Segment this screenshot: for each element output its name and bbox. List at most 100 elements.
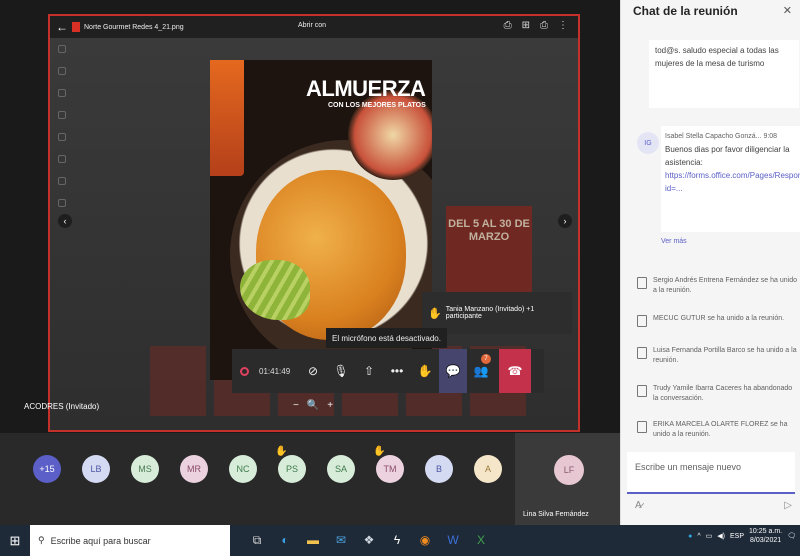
- edge-icon[interactable]: ◐: [278, 533, 292, 548]
- avatar-initials: MR: [187, 464, 201, 474]
- participant-avatar[interactable]: MR: [180, 455, 208, 483]
- more-options-icon[interactable]: ⋮: [558, 20, 568, 31]
- send-icon[interactable]: ▷: [784, 500, 792, 511]
- pinned-apps: ⧉ ◐ ▬ ✉ ❖ ϟ ◉ W X: [250, 533, 488, 548]
- drink-shape: [210, 60, 244, 176]
- sender-avatar: IG: [637, 132, 659, 154]
- tray-expand-icon[interactable]: ^: [697, 533, 700, 540]
- share-screen-button[interactable]: ⇧: [355, 349, 383, 393]
- task-view-icon[interactable]: ⧉: [250, 533, 264, 548]
- more-actions-button[interactable]: •••: [383, 349, 411, 393]
- raised-hand-icon: ✋: [428, 307, 442, 320]
- participant-avatar[interactable]: A: [474, 455, 502, 483]
- clock-date: 8/03/2021: [749, 537, 782, 544]
- poster-subtitle: CON LOS MEJORES PLATOS: [328, 102, 426, 109]
- zoom-search-icon[interactable]: 🔍: [307, 400, 319, 411]
- participant-avatar[interactable]: +15: [33, 455, 61, 483]
- self-name: Lina Silva Fernández: [523, 511, 589, 518]
- poster-title: ALMUERZA: [306, 76, 426, 101]
- bg-row: [50, 82, 146, 104]
- message-text: tod@s. saludo especial a todas las mujer…: [655, 46, 779, 68]
- notifications-icon[interactable]: 🗨: [787, 532, 796, 540]
- join-icon: [637, 347, 647, 359]
- avatar-initials: NC: [236, 464, 250, 474]
- raised-hand-icon: ✋: [373, 446, 386, 457]
- back-arrow-icon[interactable]: ←: [56, 20, 72, 34]
- network-icon[interactable]: ▭: [706, 532, 713, 540]
- system-message: Sergio Andrés Entrena Fernández se ha un…: [637, 276, 797, 296]
- avatar-initials: SA: [334, 464, 347, 474]
- file-name: Norte Gourmet Redes 4_21.png: [84, 23, 184, 31]
- print-icon[interactable]: ⎙: [504, 20, 512, 31]
- avatar-initials: B: [435, 464, 442, 474]
- system-message-text: Luisa Fernanda Portilla Barco se ha unid…: [653, 347, 797, 364]
- hang-up-button[interactable]: ☎: [499, 349, 531, 393]
- compose-placeholder: Escribe un mensaje nuevo: [635, 462, 742, 472]
- participant-avatar[interactable]: PS ✋: [275, 446, 306, 483]
- bg-row: [50, 170, 146, 192]
- mail-icon[interactable]: ✉: [334, 533, 348, 548]
- bg-tile: [150, 346, 206, 416]
- raised-hand-icon: ✋: [275, 446, 288, 457]
- volume-icon[interactable]: ◀): [717, 532, 725, 540]
- forms-link[interactable]: https://forms.office.com/Pages/ResponseP…: [665, 171, 800, 193]
- search-icon: ⚲: [38, 535, 45, 545]
- call-controls: 01:41:49 ⊘ 🎙 ⇧ ••• ✋ 💬 👥 7 ☎: [232, 349, 544, 393]
- chrome-icon[interactable]: ◉: [418, 533, 432, 548]
- chat-message: Isabel Stella Capacho Gonzá... 9:08 Buen…: [661, 126, 800, 232]
- download-icon[interactable]: ⎙: [540, 20, 548, 31]
- camera-off-button[interactable]: ⊘: [299, 349, 327, 393]
- windows-start-icon[interactable]: ⊞: [0, 533, 30, 549]
- system-message-text: ERIKA MARCELA OLARTE FLOREZ se ha unido …: [653, 421, 788, 438]
- compose-box[interactable]: Escribe un mensaje nuevo: [627, 452, 795, 494]
- system-message: Luisa Fernanda Portilla Barco se ha unid…: [637, 346, 797, 366]
- bg-row: [50, 38, 146, 60]
- avatar-initials: LB: [90, 464, 102, 474]
- background-sidebar: [50, 38, 146, 338]
- see-more-link[interactable]: Ver más: [661, 238, 687, 245]
- avatar-initials: PS: [285, 464, 298, 474]
- close-icon[interactable]: ✕: [783, 4, 792, 17]
- taskbar-search[interactable]: ⚲ Escribe aquí para buscar: [30, 525, 230, 556]
- raise-hand-button[interactable]: ✋: [411, 349, 439, 393]
- join-icon: [637, 277, 647, 289]
- teams-tray-icon[interactable]: ●: [688, 533, 692, 540]
- language-indicator[interactable]: ESP: [730, 533, 744, 540]
- participants-badge: 7: [481, 354, 491, 364]
- zoom-in-icon[interactable]: +: [327, 400, 333, 411]
- participant-avatar[interactable]: SA: [327, 455, 355, 483]
- avatar-initials: TM: [383, 464, 397, 474]
- bg-row: [50, 148, 146, 170]
- participants-button[interactable]: 👥 7: [467, 349, 495, 393]
- participant-avatar[interactable]: TM ✋: [373, 446, 404, 483]
- participant-avatar[interactable]: MS: [131, 455, 159, 483]
- presenter-label: ACODRES (Invitado): [24, 402, 100, 411]
- avatar-initials: +15: [39, 464, 55, 474]
- excel-icon[interactable]: X: [474, 533, 488, 548]
- grid-icon[interactable]: ⊞: [522, 20, 530, 31]
- clock[interactable]: 10:25 a.m. 8/03/2021: [749, 527, 782, 545]
- file-icon: [72, 22, 80, 32]
- chat-button[interactable]: 💬: [439, 349, 467, 393]
- avatar-initials: A: [484, 464, 491, 474]
- meeting-stage: ← Norte Gourmet Redes 4_21.png Abrir con…: [0, 0, 620, 433]
- viewer-tools: ⎙ ⊞ ⎙ ⋮: [504, 20, 568, 31]
- zoom-controls: − 🔍 +: [293, 400, 333, 411]
- avatar-initials: MS: [138, 464, 152, 474]
- format-icon[interactable]: A̷: [635, 500, 642, 511]
- participant-avatar[interactable]: NC: [229, 455, 257, 483]
- file-explorer-icon[interactable]: ▬: [306, 533, 320, 548]
- dropbox-icon[interactable]: ❖: [362, 533, 376, 548]
- self-video-tile[interactable]: LF Lina Silva Fernández: [515, 433, 620, 525]
- mic-off-button[interactable]: 🎙: [327, 349, 355, 393]
- zoom-out-icon[interactable]: −: [293, 400, 299, 411]
- next-image-icon[interactable]: ›: [558, 214, 572, 228]
- join-icon: [637, 315, 647, 327]
- participant-avatar[interactable]: B: [425, 455, 453, 483]
- previous-image-icon[interactable]: ‹: [58, 214, 72, 228]
- word-icon[interactable]: W: [446, 533, 460, 548]
- participant-avatar[interactable]: LB: [82, 455, 110, 483]
- power-icon[interactable]: ϟ: [390, 533, 404, 548]
- open-with-button[interactable]: Abrir con: [298, 22, 326, 29]
- bg-row: [50, 126, 146, 148]
